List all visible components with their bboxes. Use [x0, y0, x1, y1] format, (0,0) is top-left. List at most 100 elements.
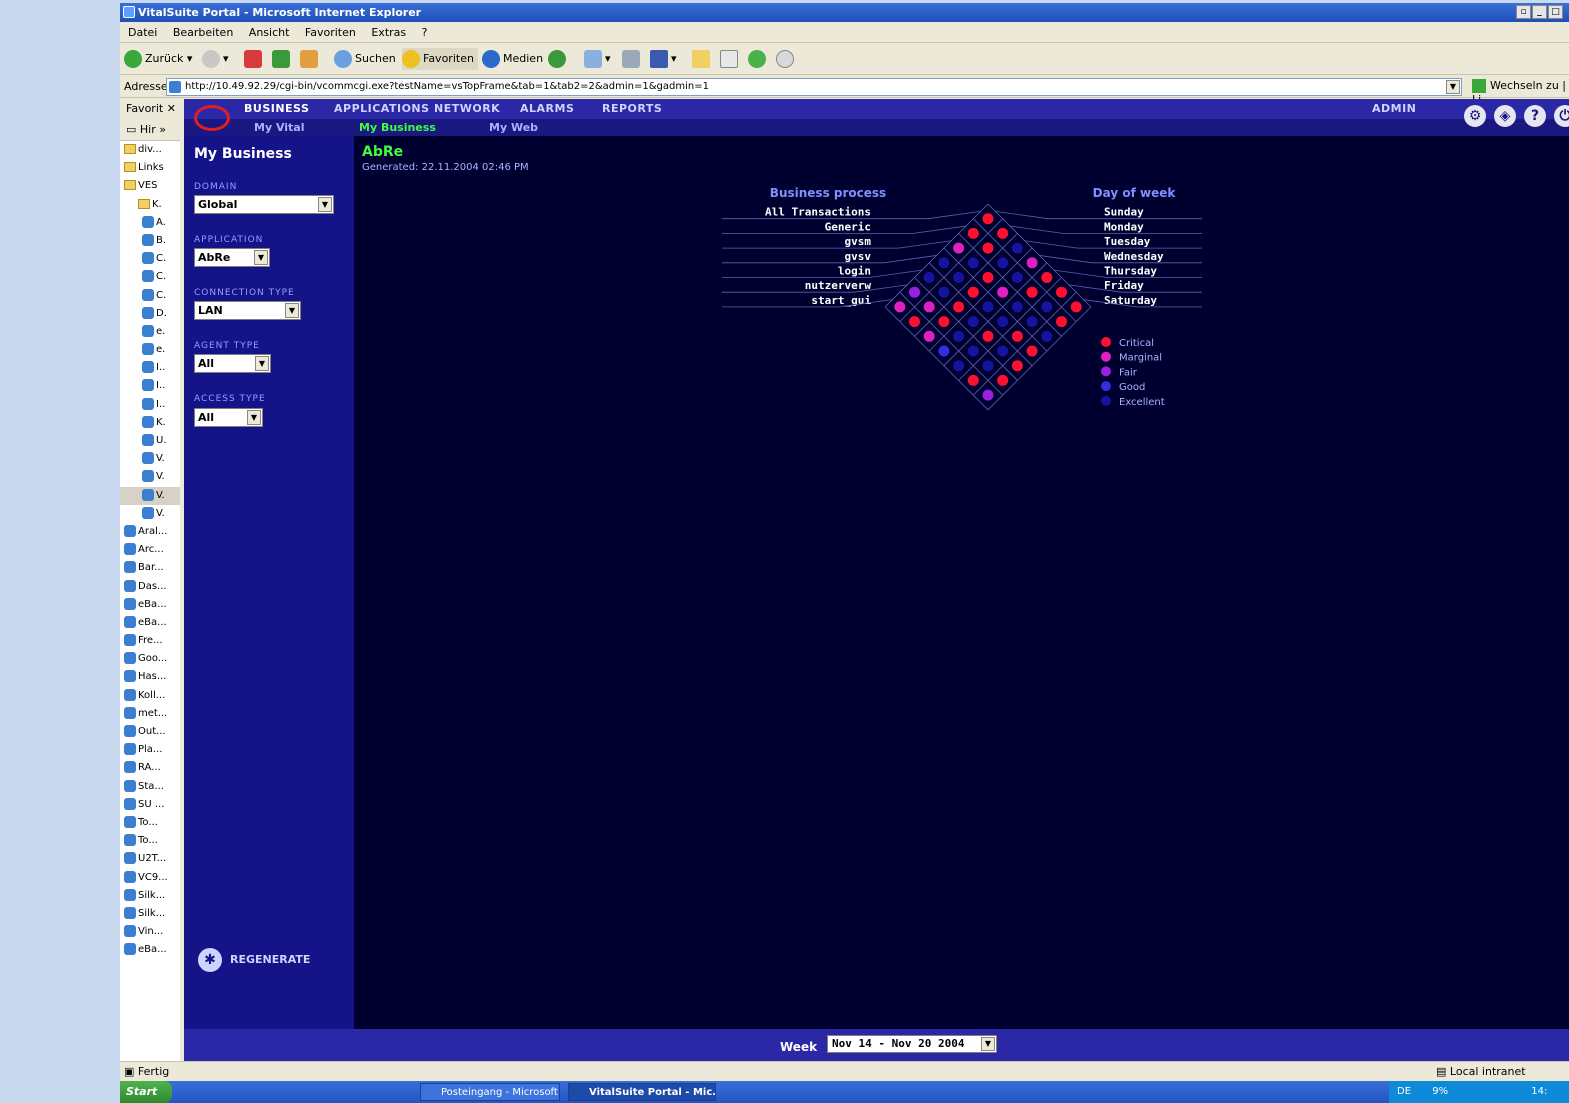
favorite-item[interactable]: met...: [120, 705, 180, 723]
favorite-item[interactable]: To...: [120, 814, 180, 832]
media-button[interactable]: Medien: [482, 48, 543, 70]
start-button[interactable]: Start: [120, 1081, 172, 1103]
logout-icon[interactable]: ⏻: [1554, 105, 1569, 127]
close-icon[interactable]: ✕: [167, 102, 176, 115]
favorite-item[interactable]: eBa...: [120, 941, 180, 959]
home-button[interactable]: [300, 48, 321, 70]
favorite-item[interactable]: Silk...: [120, 887, 180, 905]
forward-button[interactable]: ▾: [202, 48, 229, 70]
address-input[interactable]: http://10.49.92.29/cgi-bin/vcommcgi.exe?…: [166, 78, 1462, 96]
favorite-item[interactable]: Bar...: [120, 559, 180, 577]
tab-alarms[interactable]: ALARMS: [520, 102, 574, 115]
favorite-item[interactable]: Pla...: [120, 741, 180, 759]
tab-business[interactable]: BUSINESS: [244, 102, 309, 115]
favorite-item[interactable]: K.: [120, 414, 180, 432]
restore-icon[interactable]: ▫: [1516, 5, 1531, 19]
favorite-item[interactable]: Sta...: [120, 778, 180, 796]
favorite-item[interactable]: Aral...: [120, 523, 180, 541]
favorite-item[interactable]: SU ...: [120, 796, 180, 814]
domain-select[interactable]: Global ▼: [194, 195, 334, 214]
subtab-my-business[interactable]: My Business: [359, 121, 436, 134]
menu-help[interactable]: ?: [422, 26, 428, 39]
discuss-button[interactable]: [720, 48, 741, 70]
folder-button[interactable]: [692, 48, 713, 70]
favorite-item[interactable]: U2T...: [120, 850, 180, 868]
favorite-item[interactable]: Koll...: [120, 687, 180, 705]
tab-admin[interactable]: ADMIN: [1372, 102, 1416, 115]
layers-icon[interactable]: ◈: [1494, 105, 1516, 127]
menu-bearbeiten[interactable]: Bearbeiten: [173, 26, 233, 39]
menu-ansicht[interactable]: Ansicht: [249, 26, 290, 39]
favorite-item[interactable]: I..: [120, 359, 180, 377]
subtab-my-web[interactable]: My Web: [489, 121, 538, 134]
regenerate-button[interactable]: ✱ REGENERATE: [198, 948, 310, 972]
language-indicator[interactable]: DE: [1397, 1086, 1411, 1097]
favorite-item[interactable]: V.: [120, 486, 180, 505]
print-button[interactable]: [622, 48, 643, 70]
tab-applications[interactable]: APPLICATIONS: [334, 102, 430, 115]
favorite-item[interactable]: K.: [120, 196, 180, 214]
favorite-item[interactable]: Links: [120, 159, 180, 177]
back-button[interactable]: Zurück ▾: [124, 48, 192, 70]
favorite-item[interactable]: Vin...: [120, 923, 180, 941]
favorite-item[interactable]: C.: [120, 287, 180, 305]
favorite-item[interactable]: eBa...: [120, 614, 180, 632]
intranet-icon: ▤: [1436, 1065, 1447, 1078]
star-icon: [402, 50, 420, 68]
favorite-item[interactable]: e.: [120, 323, 180, 341]
favorite-item[interactable]: eBa...: [120, 596, 180, 614]
address-dropdown-icon[interactable]: ▼: [1446, 80, 1460, 94]
favorite-item[interactable]: A.: [120, 214, 180, 232]
favorite-item[interactable]: B.: [120, 232, 180, 250]
favorite-item[interactable]: RA...: [120, 759, 180, 777]
favorite-item[interactable]: V.: [120, 505, 180, 523]
application-select[interactable]: AbRe ▼: [194, 248, 270, 267]
favorite-item[interactable]: C.: [120, 268, 180, 286]
research-button[interactable]: [776, 48, 797, 70]
favorite-item[interactable]: Fre...: [120, 632, 180, 650]
stop-button[interactable]: [244, 48, 265, 70]
favorite-item[interactable]: I..: [120, 377, 180, 395]
help-icon[interactable]: ?: [1524, 105, 1546, 127]
mail-button[interactable]: ▾: [584, 48, 611, 70]
access-type-select[interactable]: All ▼: [194, 408, 263, 427]
history-button[interactable]: [548, 48, 569, 70]
search-button[interactable]: Suchen: [334, 48, 396, 70]
favorite-item[interactable]: V.: [120, 450, 180, 468]
favorite-item[interactable]: VC9...: [120, 869, 180, 887]
minimize-icon[interactable]: _: [1532, 5, 1547, 19]
tools-icon[interactable]: ⚙: [1464, 105, 1486, 127]
favorite-item[interactable]: To...: [120, 832, 180, 850]
favorite-item[interactable]: D.: [120, 305, 180, 323]
favorite-item[interactable]: div...: [120, 141, 180, 159]
favorite-item[interactable]: Goo...: [120, 650, 180, 668]
task-outlook[interactable]: Posteingang - Microsoft ...: [420, 1083, 560, 1101]
favorite-item[interactable]: Das...: [120, 578, 180, 596]
favorite-item[interactable]: C.: [120, 250, 180, 268]
maximize-icon[interactable]: □: [1548, 5, 1563, 19]
messenger-button[interactable]: [748, 48, 769, 70]
favorite-item[interactable]: Out...: [120, 723, 180, 741]
favorite-item[interactable]: U.: [120, 432, 180, 450]
favorite-item[interactable]: V.: [120, 468, 180, 486]
menu-datei[interactable]: Datei: [128, 26, 157, 39]
menu-favoriten[interactable]: Favoriten: [305, 26, 356, 39]
agent-type-select[interactable]: All ▼: [194, 354, 271, 373]
favorite-item[interactable]: e.: [120, 341, 180, 359]
task-vitalsuite[interactable]: VitalSuite Portal - Mic...: [568, 1083, 716, 1101]
tab-reports[interactable]: REPORTS: [602, 102, 662, 115]
connection-type-select[interactable]: LAN ▼: [194, 301, 301, 320]
favorite-item[interactable]: Arc...: [120, 541, 180, 559]
favorite-item[interactable]: Silk...: [120, 905, 180, 923]
favorite-item[interactable]: VES: [120, 177, 180, 195]
favorite-item[interactable]: Has...: [120, 668, 180, 686]
favorites-button[interactable]: Favoriten: [402, 48, 478, 70]
refresh-button[interactable]: [272, 48, 293, 70]
word-button[interactable]: ▾: [650, 48, 677, 70]
subtab-my-vital[interactable]: My Vital: [254, 121, 305, 134]
favorite-item[interactable]: I..: [120, 396, 180, 414]
menu-extras[interactable]: Extras: [371, 26, 406, 39]
week-select[interactable]: Nov 14 - Nov 20 2004 ▼: [827, 1035, 997, 1053]
tab-network[interactable]: NETWORK: [434, 102, 500, 115]
favorites-history-button[interactable]: ▭ Hir »: [120, 119, 180, 141]
